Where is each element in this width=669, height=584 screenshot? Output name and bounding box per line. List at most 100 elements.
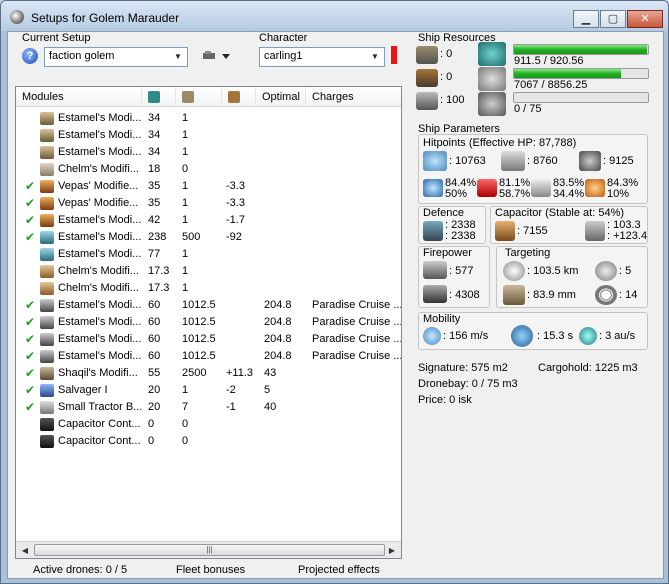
- module-powergrid: 1: [182, 112, 189, 124]
- module-row[interactable]: Chelm's Modifi... 17.3 1: [16, 263, 401, 280]
- module-row[interactable]: Capacitor Cont... 0 0: [16, 433, 401, 450]
- column-capacitor[interactable]: [222, 87, 256, 107]
- active-check-icon[interactable]: ✔: [25, 212, 37, 229]
- close-button[interactable]: ✕: [627, 10, 663, 28]
- chevron-down-icon: ▼: [174, 52, 182, 61]
- module-powergrid: 500: [182, 231, 201, 243]
- cargohold-value: Cargohold: 1225 m3: [538, 362, 638, 374]
- module-charges: Paradise Cruise ...: [312, 299, 402, 311]
- column-modules[interactable]: Modules: [16, 87, 142, 107]
- column-powergrid[interactable]: [176, 87, 222, 107]
- active-check-icon[interactable]: ✔: [25, 314, 37, 331]
- module-row[interactable]: Capacitor Cont... 0 0: [16, 416, 401, 433]
- hardener-icon: [40, 197, 54, 210]
- current-setup-select[interactable]: faction golem ▼: [44, 47, 188, 67]
- calibration-value: : 100: [440, 94, 465, 106]
- module-optimal: 204.8: [264, 333, 292, 345]
- current-setup-value: faction golem: [49, 50, 115, 62]
- module-row[interactable]: Estamel's Modi... 34 1: [16, 110, 401, 127]
- module-row[interactable]: ✔ Vepas' Modifie... 35 1 -3.3: [16, 195, 401, 212]
- module-optimal: 43: [264, 367, 277, 379]
- module-optimal: 40: [264, 401, 277, 413]
- title-bar[interactable]: Setups for Golem Marauder ▁ ▢ ✕: [1, 1, 668, 31]
- capacitor-icon: [228, 91, 240, 103]
- resist-explosive-bottom: 10%: [607, 188, 630, 200]
- velocity-icon: [423, 327, 441, 345]
- powergrid-bar: [513, 68, 649, 79]
- fleet-bonuses-button[interactable]: Fleet bonuses: [176, 564, 245, 576]
- horizontal-scrollbar[interactable]: ◀ ||| ▶: [16, 541, 401, 558]
- capacitor-group: Capacitor (Stable at: 54%) : 7155 : 103.…: [490, 206, 648, 244]
- dps-icon: [423, 261, 447, 279]
- module-row[interactable]: ✔ Estamel's Modi... 238 500 -92: [16, 229, 401, 246]
- firepower-group: Firepower : 577 : 4308: [418, 246, 490, 308]
- cpu-value: 911.5 / 920.56: [514, 55, 584, 67]
- module-row[interactable]: ✔ Estamel's Modi... 60 1012.5 204.8 Paradise …: [16, 314, 401, 331]
- active-check-icon[interactable]: ✔: [25, 229, 37, 246]
- module-row[interactable]: Estamel's Modi... 34 1: [16, 127, 401, 144]
- module-cpu: 60: [148, 333, 161, 345]
- module-capacitor: -3.3: [226, 197, 245, 209]
- module-row[interactable]: ✔ Vepas' Modifie... 35 1 -3.3: [16, 178, 401, 195]
- module-powergrid: 1: [182, 384, 189, 396]
- column-cpu[interactable]: [142, 87, 176, 107]
- module-name: Vepas' Modifie...: [58, 180, 139, 192]
- module-cpu: 238: [148, 231, 167, 243]
- module-row[interactable]: ✔ Estamel's Modi... 60 1012.5 204.8 Paradise …: [16, 331, 401, 348]
- volley-icon: [423, 285, 447, 303]
- module-powergrid: 1: [182, 129, 189, 141]
- hitpoints-title: Hitpoints (Effective HP: 87,788): [423, 137, 577, 149]
- module-row[interactable]: ✔ Small Tractor B... 20 7 -1 40: [16, 399, 401, 416]
- module-row[interactable]: Chelm's Modifi... 17.3 1: [16, 280, 401, 297]
- painter-icon: [40, 367, 54, 380]
- module-name: Capacitor Cont...: [58, 418, 141, 430]
- module-row[interactable]: Chelm's Modifi... 18 0: [16, 161, 401, 178]
- module-row[interactable]: ✔ Estamel's Modi... 60 1012.5 204.8 Paradise …: [16, 297, 401, 314]
- active-drones-button[interactable]: Active drones: 0 / 5: [33, 564, 127, 576]
- module-row[interactable]: ✔ Salvager I 20 1 -2 5: [16, 382, 401, 399]
- active-check-icon[interactable]: ✔: [25, 382, 37, 399]
- shield-icon: [423, 151, 447, 171]
- module-powergrid: 2500: [182, 367, 207, 379]
- cpu-icon: [478, 42, 506, 66]
- help-icon[interactable]: ?: [22, 48, 38, 64]
- module-row[interactable]: ✔ Estamel's Modi... 42 1 -1.7: [16, 212, 401, 229]
- character-select[interactable]: carling1 ▼: [259, 47, 385, 67]
- current-setup-label: Current Setup: [22, 32, 91, 44]
- active-check-icon[interactable]: ✔: [25, 195, 37, 212]
- powergrid-value: 7067 / 8856.25: [514, 79, 588, 91]
- module-powergrid: 0: [182, 418, 189, 430]
- module-row[interactable]: ✔ Estamel's Modi... 60 1012.5 204.8 Paradise …: [16, 348, 401, 365]
- module-row[interactable]: ✔ Shaqil's Modifi... 55 2500 +11.3 43: [16, 365, 401, 382]
- active-check-icon[interactable]: ✔: [25, 331, 37, 348]
- active-check-icon[interactable]: ✔: [25, 399, 37, 416]
- active-check-icon[interactable]: ✔: [25, 365, 37, 382]
- column-optimal[interactable]: Optimal: [256, 87, 306, 107]
- hull-icon: [579, 151, 601, 171]
- scrollbar-thumb[interactable]: |||: [34, 544, 385, 556]
- hardener-icon: [40, 214, 54, 227]
- maximize-button[interactable]: ▢: [600, 10, 626, 28]
- projected-effects-button[interactable]: Projected effects: [298, 564, 380, 576]
- active-check-icon[interactable]: ✔: [25, 348, 37, 365]
- setup-tools-button[interactable]: [202, 49, 232, 65]
- character-value: carling1: [264, 50, 303, 62]
- modules-list[interactable]: Modules Optimal Charges Estamel's Modi..…: [15, 86, 402, 559]
- module-charges: Paradise Cruise ...: [312, 350, 402, 362]
- scroll-right-icon[interactable]: ▶: [385, 544, 399, 557]
- module-name: Chelm's Modifi...: [58, 282, 139, 294]
- module-row[interactable]: Estamel's Modi... 34 1: [16, 144, 401, 161]
- defence-icon: [423, 221, 443, 241]
- app-icon: [10, 10, 24, 24]
- module-row[interactable]: Estamel's Modi... 77 1: [16, 246, 401, 263]
- capacitor-rig-icon: [40, 418, 54, 431]
- kinetic-resist-icon: [531, 179, 551, 197]
- scroll-left-icon[interactable]: ◀: [18, 544, 32, 557]
- active-check-icon[interactable]: ✔: [25, 178, 37, 195]
- active-check-icon[interactable]: ✔: [25, 297, 37, 314]
- align-time-value: : 15.3 s: [537, 330, 574, 342]
- minimize-button[interactable]: ▁: [573, 10, 599, 28]
- column-charges[interactable]: Charges: [306, 87, 401, 107]
- align-time-icon: [511, 325, 533, 347]
- module-powergrid: 1: [182, 214, 189, 226]
